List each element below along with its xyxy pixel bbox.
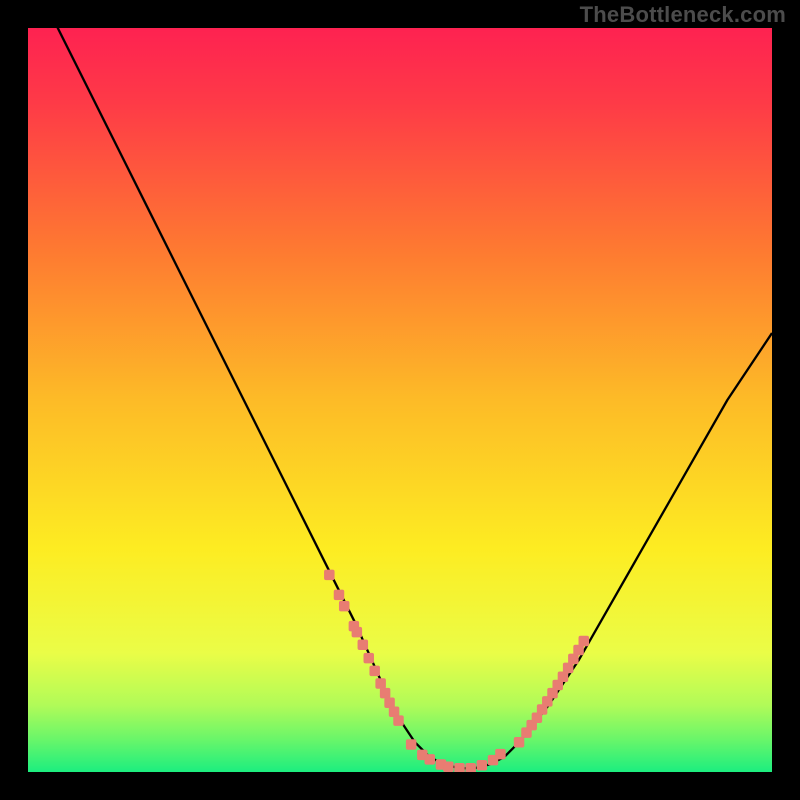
data-marker <box>364 653 375 664</box>
data-marker <box>384 698 395 709</box>
data-marker <box>358 640 369 651</box>
data-marker <box>352 627 363 638</box>
watermark-text: TheBottleneck.com <box>580 2 786 28</box>
data-marker <box>339 601 350 612</box>
chart-svg <box>28 28 772 772</box>
data-marker <box>563 663 574 674</box>
data-marker <box>454 763 465 772</box>
gradient-background <box>28 28 772 772</box>
data-marker <box>558 672 569 683</box>
data-marker <box>568 654 579 665</box>
data-marker <box>380 688 391 699</box>
data-marker <box>369 666 380 677</box>
data-marker <box>406 739 417 750</box>
data-marker <box>425 754 436 765</box>
data-marker <box>443 762 454 772</box>
data-marker <box>579 636 590 647</box>
data-marker <box>334 590 345 601</box>
data-marker <box>375 678 386 689</box>
chart-plot-area <box>28 28 772 772</box>
data-marker <box>495 749 506 760</box>
data-marker <box>393 715 404 726</box>
chart-frame: TheBottleneck.com <box>0 0 800 800</box>
data-marker <box>465 763 476 772</box>
data-marker <box>477 760 488 771</box>
data-marker <box>324 570 335 581</box>
data-marker <box>514 737 525 748</box>
